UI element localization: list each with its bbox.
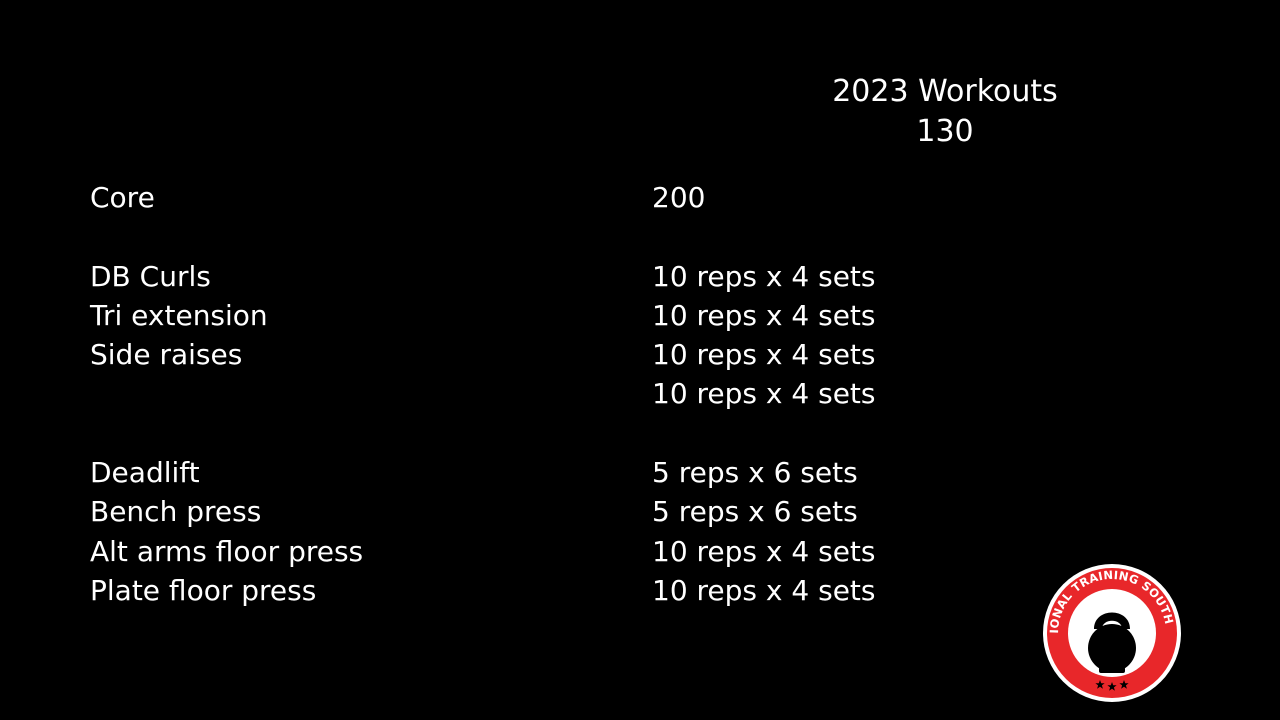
- exercise-name: Tri extension: [90, 299, 268, 332]
- exercise-name: Alt arms floor press: [90, 535, 364, 568]
- exercise-name: Plate floor press: [90, 574, 317, 607]
- exercise-scheme: 10 reps x 4 sets: [652, 535, 876, 568]
- exercise-scheme: 10 reps x 4 sets: [652, 338, 876, 371]
- core-value: 200: [652, 181, 706, 214]
- functional-training-logo: FUNCTIONAL TRAINING SOUTH AFRICA: [1042, 563, 1181, 702]
- workouts-header: 2023 Workouts 130: [820, 72, 1070, 152]
- exercise-scheme: 10 reps x 4 sets: [652, 574, 876, 607]
- exercise-scheme: 5 reps x 6 sets: [652, 456, 858, 489]
- header-number: 130: [916, 114, 974, 149]
- header-title: 2023 Workouts: [832, 74, 1058, 109]
- exercise-scheme: 10 reps x 4 sets: [652, 377, 876, 410]
- exercise-scheme: 10 reps x 4 sets: [652, 299, 876, 332]
- exercise-name: Deadlift: [90, 456, 200, 489]
- core-label: Core: [90, 181, 155, 214]
- exercise-scheme: 10 reps x 4 sets: [652, 260, 876, 293]
- exercise-name: Side raises: [90, 338, 243, 371]
- exercise-scheme: 5 reps x 6 sets: [652, 495, 858, 528]
- exercise-name: Bench press: [90, 495, 262, 528]
- exercise-name: DB Curls: [90, 260, 211, 293]
